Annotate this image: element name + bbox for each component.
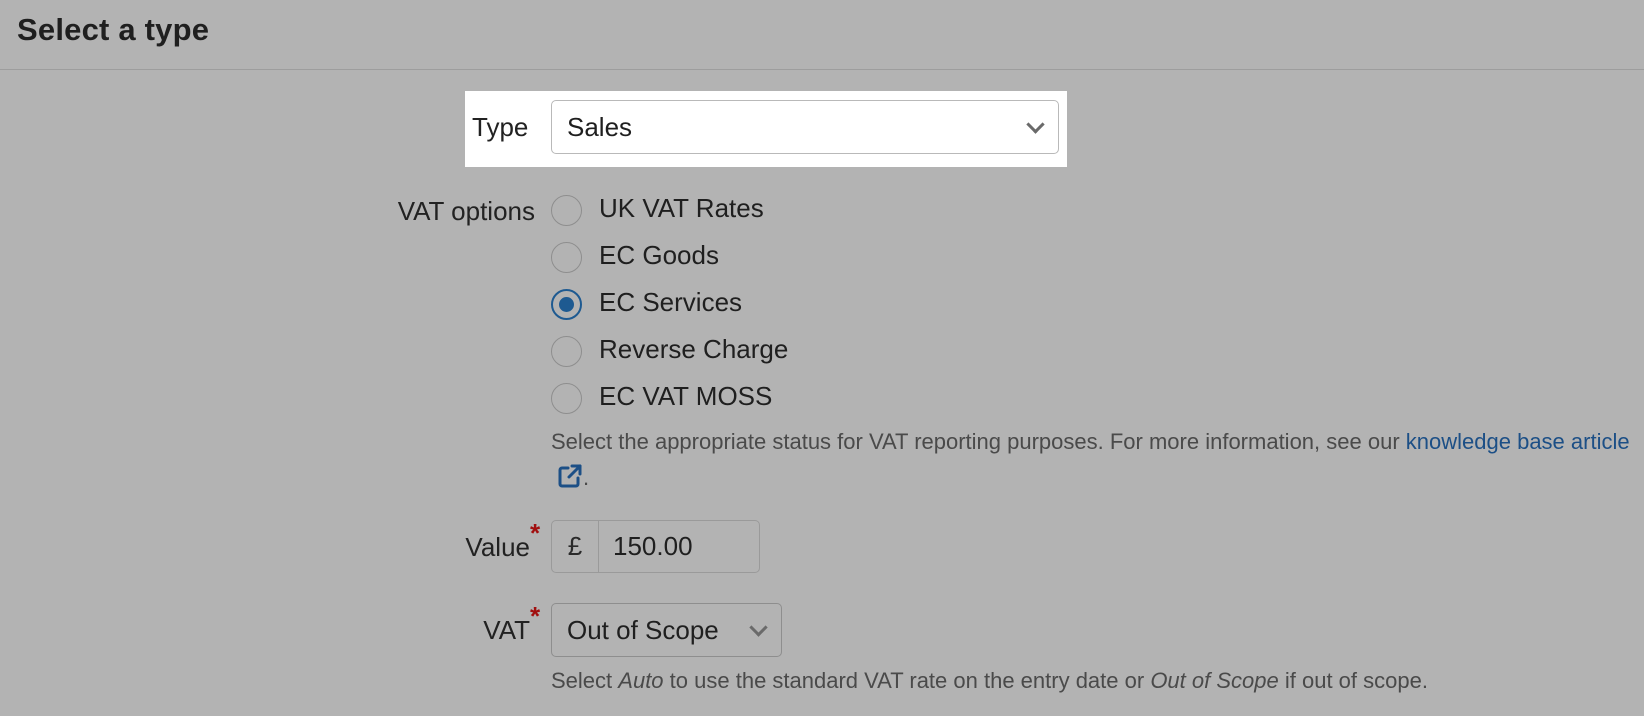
radio-label: EC Services <box>599 287 743 317</box>
radio-button[interactable] <box>551 336 582 367</box>
value-input-group: £ <box>551 520 760 573</box>
radio-button[interactable] <box>551 195 582 226</box>
vat-select-value: Out of Scope <box>567 615 719 645</box>
vat-help-mid: to use the standard VAT rate on the entr… <box>669 668 1145 693</box>
knowledge-base-link-text: knowledge base article <box>1405 429 1630 454</box>
currency-prefix: £ <box>552 521 599 572</box>
vat-help-pre: Select <box>551 668 613 693</box>
vat-help-post: if out of scope. <box>1284 668 1428 693</box>
vat-help-auto: Auto <box>618 668 664 693</box>
radio-label: Reverse Charge <box>599 334 789 364</box>
vat-options-help-text: Select the appropriate status for VAT re… <box>551 424 1641 496</box>
radio-label: EC VAT MOSS <box>599 381 773 411</box>
vat-label: VAT <box>483 615 530 645</box>
page-title: Select a type <box>17 12 210 47</box>
required-asterisk: * <box>530 601 541 631</box>
type-label: Type <box>472 112 529 142</box>
vat-help-text: Select Auto to use the standard VAT rate… <box>551 663 1641 699</box>
radio-label: UK VAT Rates <box>599 193 764 223</box>
radio-button[interactable] <box>551 242 582 273</box>
chevron-down-icon <box>749 618 768 637</box>
vat-options-help-body: Select the appropriate status for VAT re… <box>551 429 1400 454</box>
help-period: . <box>583 465 590 490</box>
external-link-icon <box>558 464 582 488</box>
radio-button[interactable] <box>551 383 582 414</box>
radio-button-checked[interactable] <box>551 289 582 320</box>
vat-options-label: VAT options <box>397 196 535 226</box>
vat-help-oos: Out of Scope <box>1150 668 1279 693</box>
page-header: Select a type <box>0 0 1644 70</box>
value-label: Value <box>465 532 530 562</box>
chevron-down-icon <box>1026 115 1045 134</box>
type-select[interactable]: Sales <box>551 100 1059 154</box>
type-field-row: Type Sales <box>465 91 1067 167</box>
vat-select[interactable]: Out of Scope <box>551 603 782 657</box>
radio-label: EC Goods <box>599 240 719 270</box>
required-asterisk: * <box>530 518 541 548</box>
value-input[interactable] <box>599 521 759 572</box>
type-select-value: Sales <box>567 112 633 142</box>
